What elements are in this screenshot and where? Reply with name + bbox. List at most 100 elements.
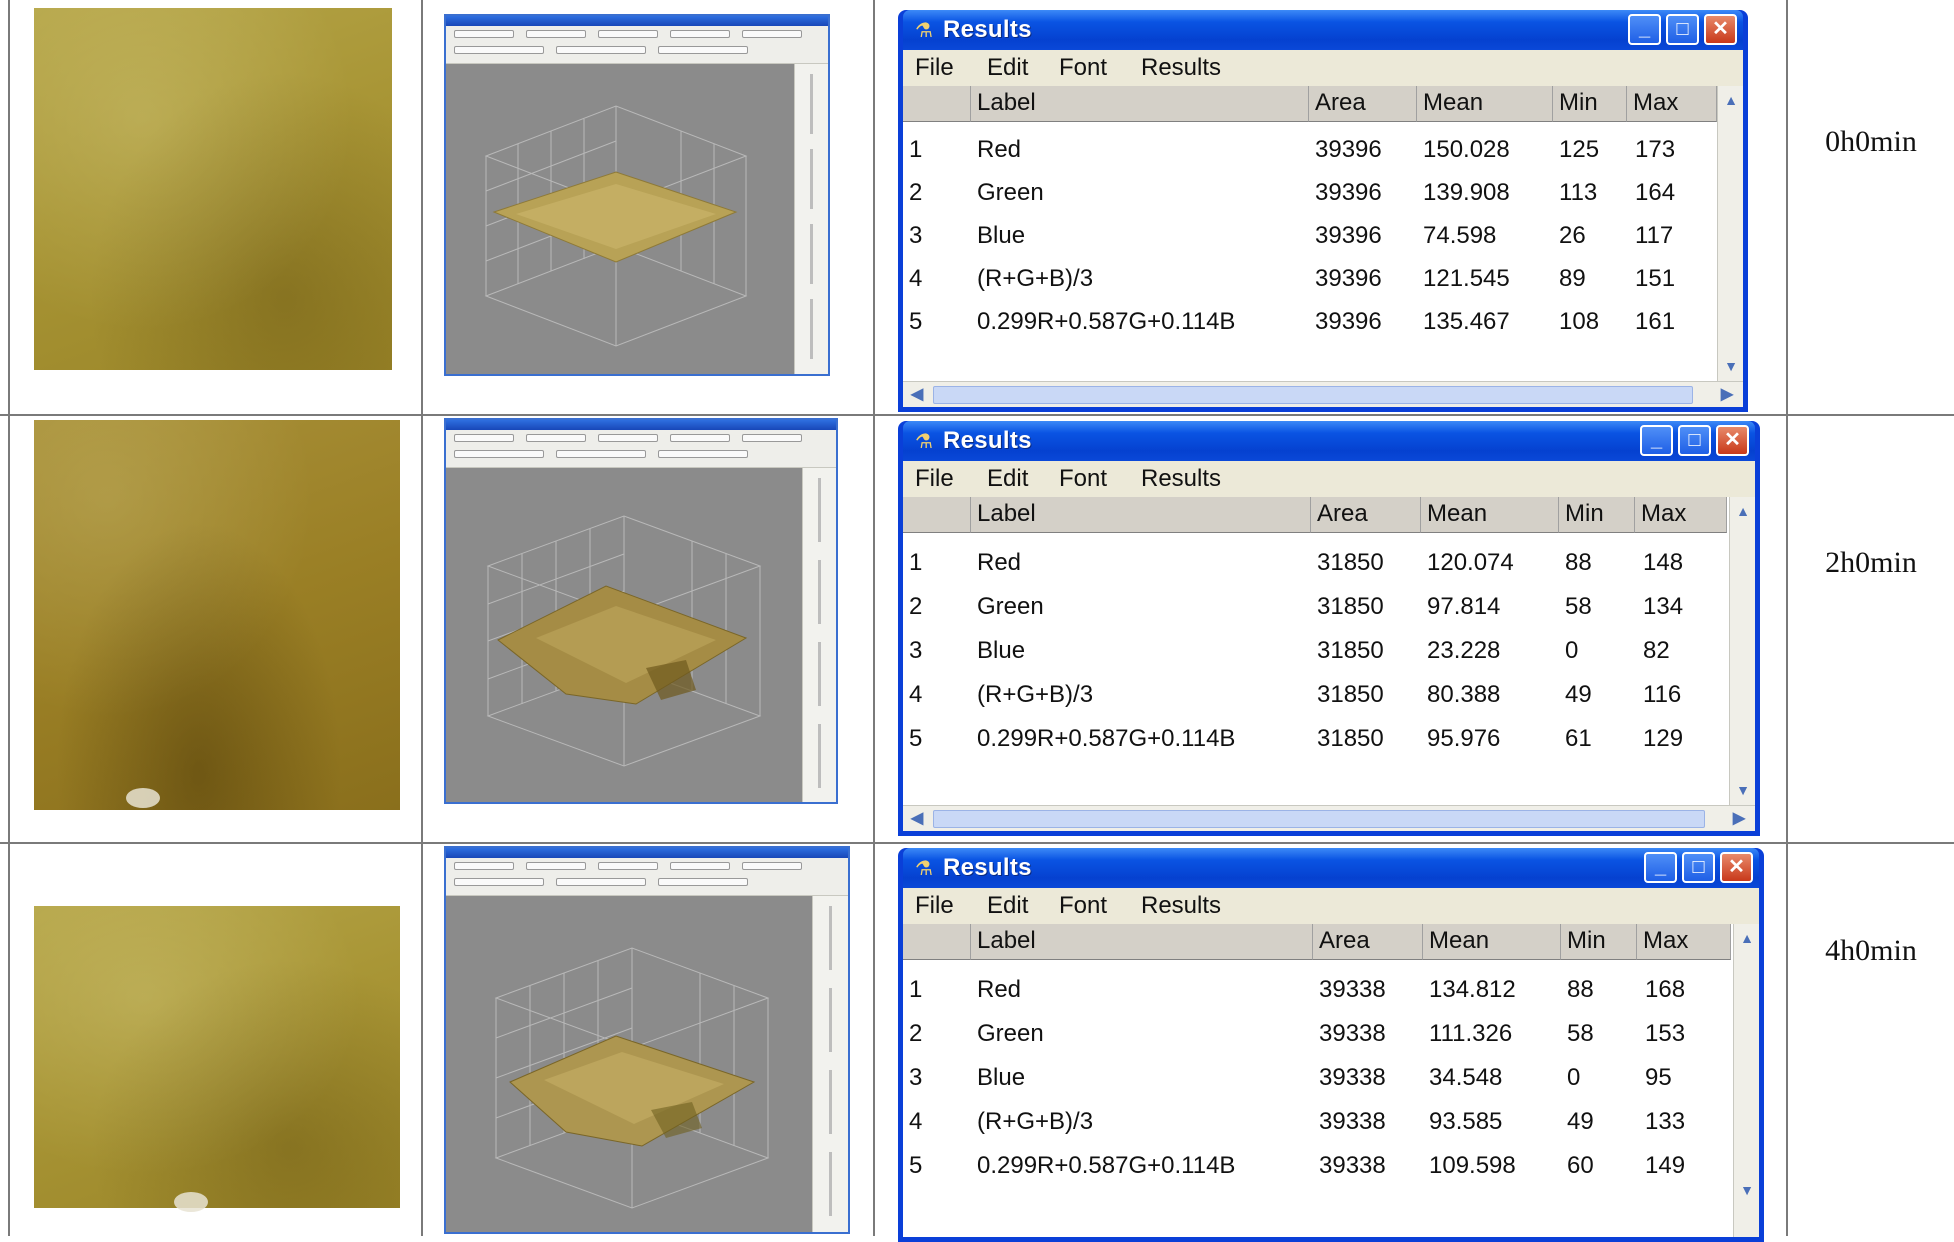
column-header-area[interactable]: Area <box>1311 497 1421 533</box>
viewer-sliders <box>794 64 828 374</box>
chevron-up-icon[interactable]: ▲ <box>1733 501 1753 521</box>
column-header-mean[interactable]: Mean <box>1423 924 1561 960</box>
menu-font[interactable]: Font <box>1059 465 1107 493</box>
column-header-mean[interactable]: Mean <box>1421 497 1559 533</box>
close-icon: ✕ <box>1728 856 1745 878</box>
row-max: 129 <box>1643 725 1684 752</box>
horizontal-scrollbar[interactable]: ◀ ▶ <box>903 805 1755 831</box>
column-header-index[interactable] <box>903 924 971 960</box>
column-header-max[interactable]: Max <box>1627 86 1717 122</box>
column-header-area[interactable]: Area <box>1309 86 1417 122</box>
column-header-max[interactable]: Max <box>1635 497 1727 533</box>
chevron-up-icon[interactable]: ▲ <box>1721 90 1741 110</box>
column-header-min[interactable]: Min <box>1561 924 1637 960</box>
scroll-thumb[interactable] <box>933 386 1693 404</box>
row-max: 164 <box>1635 179 1676 206</box>
menu-results[interactable]: Results <box>1141 54 1221 82</box>
maximize-button[interactable]: □ <box>1666 14 1699 45</box>
row-area: 31850 <box>1317 681 1384 708</box>
row-min: 58 <box>1565 593 1592 620</box>
results-window: ⚗ Results _ □ ✕ File Edit Font Results L… <box>898 10 1748 412</box>
close-button[interactable]: ✕ <box>1716 425 1749 456</box>
row-index: 1 <box>909 976 923 1003</box>
surface-plot-viewer <box>444 846 850 1234</box>
row-area: 31850 <box>1317 593 1384 620</box>
row-min: 58 <box>1567 1020 1594 1047</box>
row-label: (R+G+B)/3 <box>977 681 1094 708</box>
row-area: 31850 <box>1317 637 1384 664</box>
column-header-index[interactable] <box>903 497 971 533</box>
window-titlebar[interactable]: ⚗ Results _ □ ✕ <box>903 848 1759 888</box>
menu-edit[interactable]: Edit <box>987 54 1028 82</box>
row-label: Blue <box>977 1064 1026 1091</box>
chevron-down-icon[interactable]: ▼ <box>1733 780 1753 800</box>
close-icon: ✕ <box>1724 429 1741 451</box>
minimize-button[interactable]: _ <box>1628 14 1661 45</box>
maximize-button[interactable]: □ <box>1682 852 1715 883</box>
column-header-label[interactable]: Label <box>971 924 1313 960</box>
menu-file[interactable]: File <box>915 892 954 920</box>
maximize-button[interactable]: □ <box>1678 425 1711 456</box>
row-min: 0 <box>1565 637 1579 664</box>
column-header-min[interactable]: Min <box>1553 86 1627 122</box>
column-header-max[interactable]: Max <box>1637 924 1731 960</box>
vertical-scrollbar[interactable]: ▲ ▼ <box>1717 86 1743 381</box>
vertical-scrollbar[interactable]: ▲ ▼ <box>1729 497 1755 805</box>
row-min: 49 <box>1567 1108 1594 1135</box>
minimize-button[interactable]: _ <box>1644 852 1677 883</box>
horizontal-scrollbar[interactable]: ◀ ▶ <box>903 381 1743 407</box>
row-label: 0.299R+0.587G+0.114B <box>977 1152 1236 1179</box>
chevron-left-icon[interactable]: ◀ <box>907 385 927 405</box>
row-index: 4 <box>909 1108 923 1135</box>
row-label: 0.299R+0.587G+0.114B <box>977 308 1236 335</box>
window-title: Results <box>943 854 1032 881</box>
row-max: 149 <box>1645 1152 1686 1179</box>
menu-file[interactable]: File <box>915 465 954 493</box>
menu-font[interactable]: Font <box>1059 892 1107 920</box>
viewer-titlebar <box>446 16 828 26</box>
menu-results[interactable]: Results <box>1141 892 1221 920</box>
menu-edit[interactable]: Edit <box>987 465 1028 493</box>
window-titlebar[interactable]: ⚗ Results _ □ ✕ <box>903 421 1755 461</box>
sample-photo <box>34 420 400 810</box>
chevron-down-icon[interactable]: ▼ <box>1737 1180 1757 1200</box>
row-index: 2 <box>909 179 923 206</box>
viewer-sliders <box>812 896 848 1232</box>
time-label: 0h0min <box>1825 125 1917 158</box>
row-area: 39396 <box>1315 308 1382 335</box>
scroll-thumb[interactable] <box>933 810 1705 828</box>
row-mean: 74.598 <box>1423 222 1497 249</box>
vertical-scrollbar[interactable]: ▲ ▼ <box>1733 924 1759 1237</box>
chevron-right-icon[interactable]: ▶ <box>1729 809 1749 829</box>
row-min: 125 <box>1559 136 1600 163</box>
column-header-mean[interactable]: Mean <box>1417 86 1553 122</box>
close-button[interactable]: ✕ <box>1720 852 1753 883</box>
menu-results[interactable]: Results <box>1141 465 1221 493</box>
chevron-right-icon[interactable]: ▶ <box>1717 385 1737 405</box>
close-button[interactable]: ✕ <box>1704 14 1737 45</box>
column-header-label[interactable]: Label <box>971 497 1311 533</box>
microscope-icon: ⚗ <box>915 858 933 880</box>
menu-edit[interactable]: Edit <box>987 892 1028 920</box>
viewer-toolbar <box>446 26 828 64</box>
row-mean: 111.326 <box>1429 1020 1513 1047</box>
window-titlebar[interactable]: ⚗ Results _ □ ✕ <box>903 10 1743 50</box>
row-label: Green <box>977 593 1044 620</box>
menu-font[interactable]: Font <box>1059 54 1107 82</box>
column-header-index[interactable] <box>903 86 971 122</box>
column-header-area[interactable]: Area <box>1313 924 1423 960</box>
column-header-min[interactable]: Min <box>1559 497 1635 533</box>
chevron-up-icon[interactable]: ▲ <box>1737 928 1757 948</box>
menu-file[interactable]: File <box>915 54 954 82</box>
row-max: 161 <box>1635 308 1676 335</box>
minimize-button[interactable]: _ <box>1640 425 1673 456</box>
row-max: 133 <box>1645 1108 1686 1135</box>
row-label: (R+G+B)/3 <box>977 1108 1094 1135</box>
chevron-down-icon[interactable]: ▼ <box>1721 356 1741 376</box>
time-label: 2h0min <box>1825 546 1917 579</box>
row-mean: 109.598 <box>1429 1152 1516 1179</box>
row-index: 4 <box>909 265 923 292</box>
row-mean: 139.908 <box>1423 179 1510 206</box>
column-header-label[interactable]: Label <box>971 86 1309 122</box>
chevron-left-icon[interactable]: ◀ <box>907 809 927 829</box>
